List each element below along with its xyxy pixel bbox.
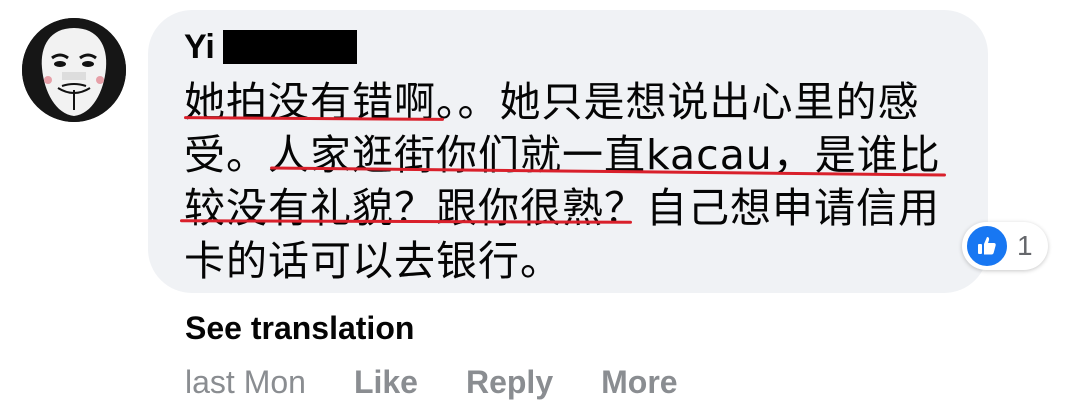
- comment-text: 她拍没有错啊。。她只是想说出心里的感 受。人家逛街你们就一直kacau，是谁比 …: [184, 76, 954, 288]
- like-icon: [965, 224, 1009, 268]
- comment-line: 她拍没有错啊。。她只是想说出心里的感: [184, 78, 920, 126]
- see-translation-link[interactable]: See translation: [185, 310, 414, 347]
- reaction-summary[interactable]: 1: [962, 222, 1048, 270]
- author-name[interactable]: Yi: [184, 28, 215, 66]
- comment-timestamp[interactable]: last Mon: [185, 364, 306, 401]
- comment-actions: last Mon Like Reply More: [185, 364, 726, 401]
- redaction-bar: [222, 30, 357, 64]
- mask-avatar-icon: [22, 18, 126, 122]
- avatar[interactable]: [22, 18, 126, 122]
- more-button[interactable]: More: [601, 364, 677, 401]
- reaction-count: 1: [1017, 230, 1033, 261]
- reply-button[interactable]: Reply: [466, 364, 553, 401]
- comment-author: Yi: [184, 28, 357, 66]
- comment-line: 较没有礼貌？跟你很熟？自己想申请信用: [184, 184, 940, 232]
- comment-line: 卡的话可以去银行。: [184, 237, 562, 285]
- like-button[interactable]: Like: [354, 364, 418, 401]
